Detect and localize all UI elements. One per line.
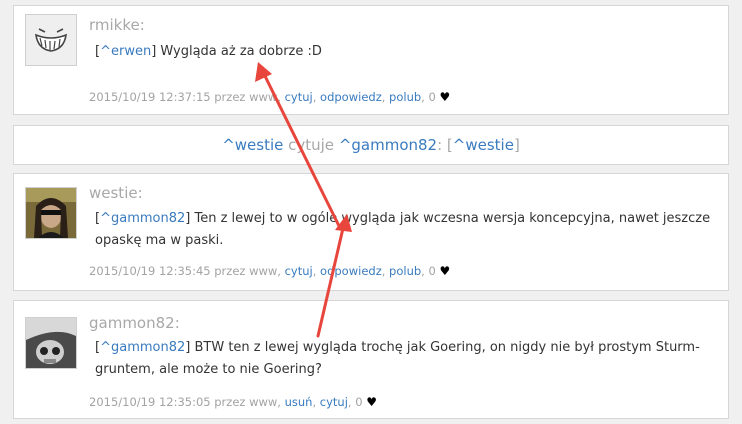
comment-username: rmikke:	[89, 16, 145, 34]
quote-link[interactable]: cytuj	[320, 395, 348, 409]
heart-icon: ♥	[366, 395, 377, 409]
heart-icon: ♥	[439, 90, 451, 104]
heart-icon: ♥	[439, 264, 451, 278]
reply-to-link[interactable]: ^gammon82	[100, 211, 185, 226]
comment-via: przez www,	[210, 395, 285, 409]
quote-target-link[interactable]: ^gammon82	[339, 136, 437, 154]
avatar-gammon82[interactable]	[25, 317, 77, 369]
like-count: 0	[428, 90, 436, 104]
comment-card-gammon82: gammon82: [^gammon82] BTW ten z lewej wy…	[13, 300, 729, 419]
quote-close: ]	[513, 136, 520, 154]
grin-face-icon	[35, 28, 67, 52]
comment-via: przez www,	[210, 90, 285, 104]
avatar-westie[interactable]	[25, 187, 77, 239]
comment-body: [^gammon82] BTW ten z lewej wygląda troc…	[95, 340, 700, 377]
comment-body: [^erwen] Wygląda aż za dobrze :D	[95, 44, 322, 59]
comment-text: Wygląda aż za dobrze :D	[156, 44, 322, 59]
comment-text: BTW ten z lewej wygląda trochę jak Goeri…	[95, 340, 700, 377]
like-count: 0	[428, 264, 436, 278]
comment-meta: 2015/10/19 12:35:45 przez www, cytuj, od…	[89, 264, 451, 278]
like-count: 0	[355, 395, 363, 409]
comment-username: gammon82:	[89, 314, 180, 332]
comment-body: [^gammon82] Ten z lewej to w ogóle wyglą…	[95, 211, 711, 248]
comment-via: przez www,	[210, 264, 285, 278]
reply-to-link[interactable]: ^erwen	[100, 44, 151, 59]
quote-link[interactable]: cytuj	[285, 90, 313, 104]
quote-link[interactable]: cytuj	[285, 264, 313, 278]
skull-photo-icon	[26, 318, 76, 368]
quote-notice: ^westie cytuje ^gammon82: [^westie]	[13, 125, 729, 165]
comment-timestamp: 2015/10/19 12:35:05	[89, 395, 211, 409]
reply-link[interactable]: odpowiedz	[320, 90, 382, 104]
quote-separator: : [	[437, 136, 453, 154]
like-link[interactable]: polub	[389, 90, 421, 104]
comment-timestamp: 2015/10/19 12:37:15	[89, 90, 211, 104]
comment-text: Ten z lewej to w ogóle wygląda jak wczes…	[95, 211, 711, 248]
comment-meta: 2015/10/19 12:37:15 przez www, cytuj, od…	[89, 90, 451, 104]
comment-timestamp: 2015/10/19 12:35:45	[89, 264, 211, 278]
reply-link[interactable]: odpowiedz	[320, 264, 382, 278]
quote-author-link[interactable]: ^westie	[222, 136, 283, 154]
comment-username: westie:	[89, 184, 143, 202]
avatar-rmikke[interactable]	[25, 14, 77, 66]
quote-verb: cytuje	[283, 136, 339, 154]
like-link[interactable]: polub	[389, 264, 421, 278]
person-photo-icon	[26, 188, 76, 238]
reply-to-link[interactable]: ^gammon82	[100, 340, 185, 355]
comment-card-rmikke: rmikke: [^erwen] Wygląda aż za dobrze :D…	[13, 5, 729, 115]
quoted-link[interactable]: ^westie	[453, 136, 514, 154]
delete-link[interactable]: usuń	[285, 395, 313, 409]
comment-card-westie: westie: [^gammon82] Ten z lewej to w ogó…	[13, 173, 729, 291]
comment-meta: 2015/10/19 12:35:05 przez www, usuń, cyt…	[89, 395, 377, 409]
